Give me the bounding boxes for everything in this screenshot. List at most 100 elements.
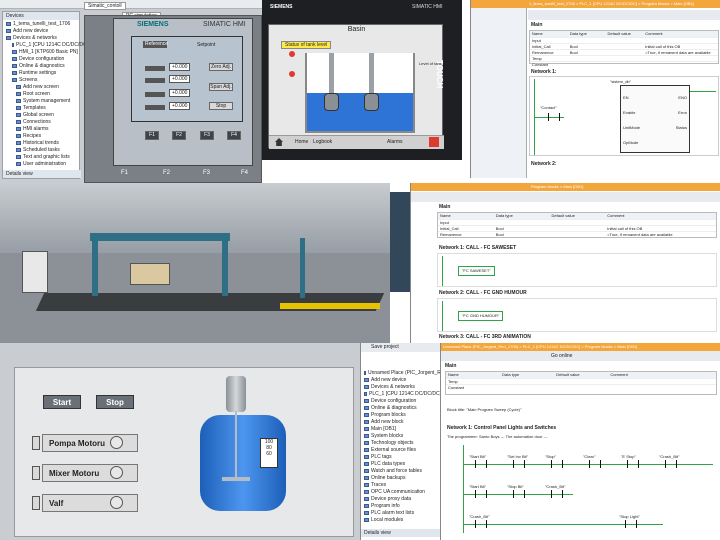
no-contact[interactable] — [475, 490, 487, 498]
tree-item[interactable]: Screens — [3, 76, 79, 83]
hmi-bottom-key-f1[interactable]: F1 — [121, 170, 128, 176]
tree-item[interactable]: Global screen — [3, 111, 79, 118]
hmi-value-3[interactable]: +0.000 — [169, 89, 191, 97]
hmi-key-f1[interactable]: F1 — [145, 131, 159, 140]
call-box-1[interactable]: "FC SAWESET" — [458, 266, 495, 276]
hmi-span-adj-button[interactable]: Span Adj. — [209, 83, 233, 91]
tree-item[interactable]: Program info — [361, 502, 440, 509]
tree-item[interactable]: Technology objects — [361, 439, 440, 446]
home-button[interactable]: Home — [295, 139, 308, 145]
nc-contact[interactable] — [627, 460, 639, 468]
interface-row[interactable]: Temp — [446, 378, 716, 384]
tree-item[interactable]: System blocks — [361, 432, 440, 439]
interface-row[interactable]: Temp — [530, 55, 718, 61]
interface-row[interactable]: Initial_Call Bool Initial call of this OB — [530, 43, 718, 49]
row-toggle-button[interactable] — [32, 436, 40, 450]
no-contact[interactable] — [513, 490, 525, 498]
tree-item[interactable]: Traces — [361, 481, 440, 488]
interface-row[interactable]: Remanence Bool =True, if remanent data are… — [530, 49, 718, 55]
interface-row[interactable]: Constant — [446, 384, 716, 390]
hmi-zero-adj-button[interactable]: Zero Adj. — [209, 63, 233, 71]
tree-item[interactable]: Watch and force tables — [361, 467, 440, 474]
tree-item[interactable]: Runtime settings — [3, 69, 79, 76]
stop-button[interactable]: Stop — [96, 395, 134, 409]
details-view-label[interactable]: Details view — [3, 170, 81, 178]
tree-item[interactable]: User administration — [3, 160, 79, 167]
tree-item[interactable]: Device configuration — [361, 397, 440, 404]
tree-item[interactable]: PLC data types — [361, 460, 440, 467]
output-contact[interactable] — [475, 520, 487, 528]
save-project-button[interactable]: Save project — [361, 343, 440, 352]
hmi-field-reference[interactable]: Reference — [143, 41, 168, 48]
tree-item[interactable]: Scheduled tasks — [3, 146, 79, 153]
tree-item[interactable]: PLC_1 [CPU 1214C DC/DC/DC] — [361, 390, 440, 397]
bottom-details-view[interactable]: Details view — [361, 529, 440, 537]
tree-item[interactable]: Add new device — [361, 376, 440, 383]
interface-row[interactable]: Constant — [530, 61, 718, 67]
tree-item[interactable]: Online & diagnostics — [361, 404, 440, 411]
tree-item[interactable]: Add new block — [361, 418, 440, 425]
hmi-value-2[interactable]: +0.000 — [169, 75, 191, 83]
hmi-key-f3[interactable]: F3 — [200, 131, 214, 140]
tree-item[interactable]: 1_tema_tunelli_test_1706 — [3, 20, 79, 27]
output-contact[interactable] — [625, 520, 637, 528]
hmi-value-4[interactable]: +0.000 — [169, 102, 191, 110]
nc-contact[interactable] — [551, 460, 563, 468]
tree-item[interactable]: Connections — [3, 118, 79, 125]
tree-item[interactable]: Unnamed Place (PIC_Jorgent_Ren... — [361, 369, 440, 376]
interface-row[interactable]: Input — [438, 219, 716, 225]
tree-item[interactable]: PLC tags — [361, 453, 440, 460]
tree-item[interactable]: Root screen — [3, 90, 79, 97]
tree-item[interactable]: Device proxy data — [361, 495, 440, 502]
row-toggle-button[interactable] — [32, 466, 40, 480]
nc-contact[interactable] — [513, 460, 525, 468]
nc-contact[interactable] — [665, 460, 677, 468]
tree-item[interactable]: HMI alarms — [3, 125, 79, 132]
call-box-2[interactable]: "FC GND HUMOUR" — [458, 311, 504, 321]
function-block[interactable]: EN Enable UnitMode OpMode ENO Error Status — [620, 85, 690, 153]
tree-item[interactable]: HMI_1 [KTP600 Basic PN] — [3, 48, 79, 55]
hmi-bottom-key-f4[interactable]: F4 — [241, 170, 248, 176]
hmi-key-f4[interactable]: F4 — [227, 131, 241, 140]
tree-item[interactable]: Program blocks — [361, 411, 440, 418]
tree-item[interactable]: Add new device — [3, 27, 79, 34]
tree-item[interactable]: PLC alarm text lists — [361, 509, 440, 516]
logbook-button[interactable]: Logbook — [313, 139, 332, 145]
editor-title-bar: 1_tema_tunelli_test_1706 > PLC_1 [CPU 12… — [471, 0, 720, 8]
nc-contact[interactable] — [475, 460, 487, 468]
interface-row[interactable]: Initial_Call Bool Initial call of this OB — [438, 225, 716, 231]
tree-item[interactable]: Online backups — [361, 474, 440, 481]
hmi-value-1[interactable]: +0.000 — [169, 63, 191, 71]
hmi-bottom-key-f3[interactable]: F3 — [203, 170, 210, 176]
tree-item[interactable]: Main [OB1] — [361, 425, 440, 432]
go-online-button[interactable]: Go online — [551, 353, 572, 359]
hmi-stop-button[interactable]: Stop — [209, 102, 233, 110]
tree-item[interactable]: Devices & networks — [3, 34, 79, 41]
interface-row[interactable]: Input — [530, 37, 718, 43]
no-contact[interactable] — [551, 490, 563, 498]
nc-contact[interactable] — [589, 460, 601, 468]
tree-item[interactable]: Devices & networks — [361, 383, 440, 390]
tree-item[interactable]: Device configuration — [3, 55, 79, 62]
interface-row[interactable]: Remanence Bool =True, if remanent data are… — [438, 231, 716, 237]
tab-simatic[interactable]: Simatic_contoll — [84, 2, 126, 10]
start-button[interactable]: Start — [43, 395, 81, 409]
tree-item[interactable]: Local modules — [361, 516, 440, 523]
tree-item[interactable]: Templates — [3, 104, 79, 111]
alarms-button[interactable]: Alarms — [387, 139, 403, 145]
tree-item[interactable]: Online & diagnostics — [3, 62, 79, 69]
tree-item[interactable]: Recipes — [3, 132, 79, 139]
hmi-bottom-key-f2[interactable]: F2 — [163, 170, 170, 176]
tree-item[interactable]: Historical trends — [3, 139, 79, 146]
tree-item[interactable]: Add new screen — [3, 83, 79, 90]
hmi-key-f2[interactable]: F2 — [172, 131, 186, 140]
row-toggle-button[interactable] — [32, 496, 40, 510]
exit-icon[interactable] — [429, 137, 439, 147]
contact-initial[interactable] — [548, 113, 560, 121]
tree-item-label: System blocks — [371, 432, 404, 439]
tree-item[interactable]: Text and graphic lists — [3, 153, 79, 160]
tree-item[interactable]: External source files — [361, 446, 440, 453]
tree-item[interactable]: PLC_1 [CPU 1214C DC/DC/DC] — [3, 41, 88, 48]
tree-item[interactable]: OPC UA communication — [361, 488, 440, 495]
tree-item[interactable]: System management — [3, 97, 79, 104]
